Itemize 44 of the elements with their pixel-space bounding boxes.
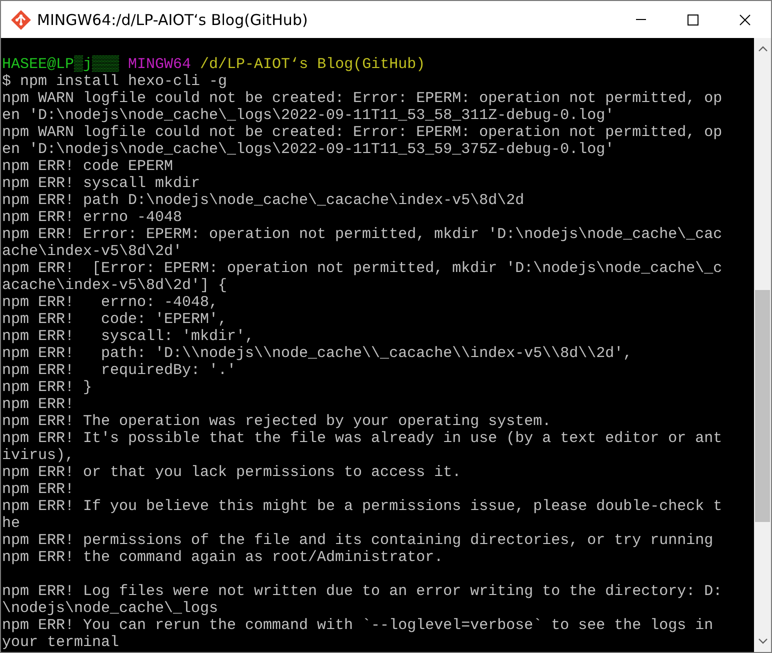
scrollbar[interactable] <box>754 38 771 652</box>
terminal-line: \nodejs\node_cache\_logs <box>2 600 220 617</box>
terminal-line: npm ERR! code EPERM <box>2 158 174 175</box>
terminal-line: npm ERR! requiredBy: '.' <box>2 362 238 379</box>
maximize-icon <box>687 14 699 26</box>
terminal-line: npm ERR! or that you lack permissions to access it. <box>2 464 462 481</box>
terminal-line: npm ERR! path D:\nodejs\node_cache\_cacache\index-v5\8d\2d <box>2 192 526 209</box>
terminal-line: en 'D:\nodejs\node_cache\_logs\2022-09-11T11_53_58_311Z-debug-0.log' <box>2 107 616 124</box>
terminal-line: ache\index-v5\8d\2d' <box>2 243 184 260</box>
scroll-up-icon[interactable] <box>758 46 768 52</box>
terminal-line: en 'D:\nodejs\node_cache\_logs\2022-09-11T11_53_59_375Z-debug-0.log' <box>2 141 616 158</box>
prompt-text: /d/LP-AIOT‘s Blog(GitHub) <box>200 56 426 73</box>
window-title: MINGW64:/d/LP-AIOT‘s Blog(GitHub) <box>37 10 308 28</box>
prompt-text: HASEE@LP▒j▒▒▒ <box>2 56 120 73</box>
terminal-line: $ npm install hexo-cli -g <box>2 73 228 90</box>
terminal-line: npm ERR! code: 'EPERM', <box>2 311 228 328</box>
terminal-line: he <box>2 515 22 532</box>
scrollbar-thumb[interactable] <box>755 290 770 522</box>
scroll-down-icon[interactable] <box>758 638 768 644</box>
terminal-line: npm ERR! permissions of the file and its containing directories, or try running <box>2 532 714 549</box>
terminal-line: npm ERR! path: 'D:\\nodejs\\node_cache\\_cacache\\index-v5\\8d\\2d', <box>2 345 634 362</box>
terminal-line: npm ERR! You can rerun the command with `--loglevel=verbose` to see the logs in <box>2 617 714 634</box>
terminal-line: npm ERR! syscall mkdir <box>2 175 202 192</box>
terminal-line: npm ERR! syscall: 'mkdir', <box>2 328 256 345</box>
terminal-line: npm ERR! the command again as root/Administrator. <box>2 549 444 566</box>
terminal-line: npm WARN logfile could not be created: Error: EPERM: operation not permitted, op <box>2 124 724 141</box>
terminal-line: npm ERR! If you believe this might be a permissions issue, please double-check t <box>2 498 724 515</box>
terminal-line: npm ERR! It's possible that the file was already in use (by a text editor or ant <box>2 430 724 447</box>
prompt-text: MINGW64 <box>128 56 192 73</box>
close-icon <box>739 14 751 26</box>
terminal-line: npm ERR! errno -4048 <box>2 209 184 226</box>
terminal-line: npm ERR! Error: EPERM: operation not permitted, mkdir 'D:\nodejs\node_cache\_cac <box>2 226 724 243</box>
terminal-line: acache\index-v5\8d\2d'] { <box>2 277 228 294</box>
terminal-line: npm ERR! } <box>2 379 94 396</box>
terminal-line: npm ERR! <box>2 396 76 413</box>
terminal-line: npm ERR! The operation was rejected by your operating system. <box>2 413 552 430</box>
terminal-line: npm ERR! Log files were not written due to an error writing to the directory: D: <box>2 583 724 600</box>
terminal-line: npm ERR! [Error: EPERM: operation not permitted, mkdir 'D:\nodejs\node_cache\_c <box>2 260 724 277</box>
terminal-line: npm WARN logfile could not be created: Error: EPERM: operation not permitted, op <box>2 90 724 107</box>
terminal-line: ivirus), <box>2 447 76 464</box>
terminal-line: npm ERR! <box>2 481 76 498</box>
terminal-line: your terminal <box>2 634 120 651</box>
minimize-icon <box>636 19 646 20</box>
terminal-line: npm ERR! errno: -4048, <box>2 294 220 311</box>
